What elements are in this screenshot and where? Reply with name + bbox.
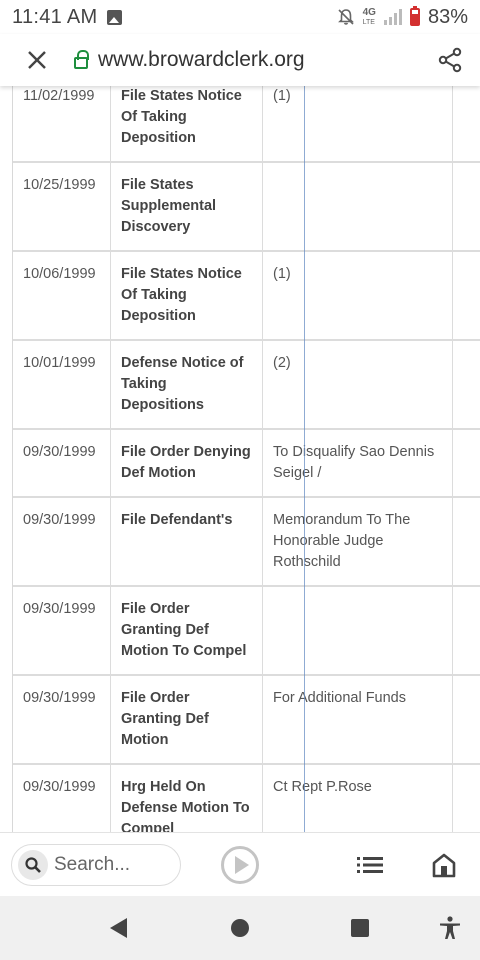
lock-icon: [74, 50, 89, 69]
docket-notes-cell: For Additional Funds: [263, 676, 453, 763]
search-box[interactable]: [11, 843, 181, 886]
search-icon: [18, 849, 48, 880]
nav-home-button[interactable]: [228, 916, 252, 940]
docket-date-cell: 09/30/1999: [13, 430, 111, 496]
nav-recents-button[interactable]: [348, 916, 372, 940]
docket-row: 09/30/1999 File Order Granting Def Motion…: [13, 587, 480, 676]
docket-date-cell: 10/25/1999: [13, 163, 111, 250]
network-type: 4G LTE: [362, 6, 376, 27]
docket-notes-cell: To Disqualify Sao Dennis Seigel /: [263, 430, 453, 496]
docket-row: 09/30/1999 File Defendant's Memorandum To …: [13, 498, 480, 587]
docket-notes-cell: (2): [263, 341, 453, 428]
status-icons: 4G LTE 83%: [337, 6, 468, 29]
back-icon: [109, 918, 127, 938]
docket-description-cell: Hrg Held On Defense Motion To Compel: [111, 765, 263, 832]
docket-extra-cell: [453, 341, 480, 428]
docket-description-cell: File States Supplemental Discovery: [111, 163, 263, 250]
network-sub-label: LTE: [362, 18, 375, 26]
bottom-toolbar: [0, 832, 480, 896]
home-circle-icon: [231, 919, 249, 937]
docket-description-cell: Defense Notice of Taking Depositions: [111, 341, 263, 428]
docket-date-cell: 10/01/1999: [13, 341, 111, 428]
docket-extra-cell: [453, 765, 480, 832]
share-button[interactable]: [420, 34, 480, 86]
docket-row: 10/06/1999 File States Notice Of Taking D…: [13, 252, 480, 341]
docket-date-cell: 09/30/1999: [13, 765, 111, 832]
docket-extra-cell: [453, 252, 480, 339]
docket-description-cell: File States Notice Of Taking Deposition: [111, 86, 263, 161]
accessibility-icon: [440, 916, 460, 939]
docket-row: 11/02/1999 File States Notice Of Taking D…: [13, 86, 480, 163]
image-icon: [107, 9, 123, 25]
docket-date-cell: 09/30/1999: [13, 587, 111, 674]
docket-notes-cell: Memorandum To The Honorable Judge Rothsc…: [263, 498, 453, 585]
list-icon: [357, 856, 383, 873]
docket-row: 09/30/1999 File Order Granting Def Motion…: [13, 676, 480, 765]
close-icon: [28, 51, 46, 69]
docket-row: 10/01/1999 Defense Notice of Taking Depos…: [13, 341, 480, 430]
signal-icon: [383, 9, 402, 25]
docket-description-cell: File States Notice Of Taking Deposition: [111, 252, 263, 339]
docket-extra-cell: [453, 498, 480, 585]
battery-percent: 83%: [427, 5, 468, 28]
docket-date-cell: 09/30/1999: [13, 676, 111, 763]
recents-icon: [351, 919, 369, 937]
search-input[interactable]: [54, 853, 174, 876]
overlay-line: [304, 86, 305, 832]
docket-extra-cell: [453, 86, 480, 161]
network-label: 4G: [362, 6, 376, 18]
docket-row: 10/25/1999 File States Supplemental Disco…: [13, 163, 480, 252]
docket-date-cell: 09/30/1999: [13, 498, 111, 585]
docket-date-cell: 11/02/1999: [13, 86, 111, 161]
docket-notes-cell: Ct Rept P.Rose: [263, 765, 453, 832]
url-text[interactable]: www.browardclerk.org: [98, 48, 305, 72]
docket-row: 09/30/1999 Hrg Held On Defense Motion To …: [13, 765, 480, 832]
docket-notes-cell: (1): [263, 252, 453, 339]
docket-date-cell: 10/06/1999: [13, 252, 111, 339]
docket-description-cell: File Defendant's: [111, 498, 263, 585]
accessibility-button[interactable]: [438, 916, 462, 940]
page-content[interactable]: 11/02/1999 File States Notice Of Taking D…: [0, 86, 480, 832]
docket-row: 09/30/1999 File Order Denying Def Motion T…: [13, 430, 480, 498]
nav-back-button[interactable]: [106, 916, 130, 940]
custom-tab-toolbar: www.browardclerk.org: [0, 34, 480, 86]
docket-description-cell: File Order Granting Def Motion To Compel: [111, 587, 263, 674]
docket-extra-cell: [453, 430, 480, 496]
play-icon: [235, 855, 249, 874]
status-bar: 11:41 AM 4G LTE 83%: [0, 0, 480, 34]
docket-extra-cell: [453, 676, 480, 763]
battery-icon: [409, 6, 420, 26]
share-icon: [438, 47, 462, 73]
docket-notes-cell: (1): [263, 86, 453, 161]
system-navigation-bar: [0, 896, 480, 960]
docket-description-cell: File Order Granting Def Motion: [111, 676, 263, 763]
play-button[interactable]: [221, 845, 259, 884]
docket-table: 11/02/1999 File States Notice Of Taking D…: [12, 86, 480, 832]
docket-extra-cell: [453, 587, 480, 674]
docket-description-cell: File Order Denying Def Motion: [111, 430, 263, 496]
bell-off-icon: [337, 8, 355, 26]
docket-notes-cell: [263, 163, 453, 250]
docket-notes-cell: [263, 587, 453, 674]
docket-extra-cell: [453, 163, 480, 250]
status-time: 11:41 AM: [12, 5, 98, 28]
home-button[interactable]: [429, 850, 459, 880]
list-button[interactable]: [355, 850, 385, 880]
home-icon: [432, 853, 456, 877]
close-button[interactable]: [0, 34, 74, 86]
